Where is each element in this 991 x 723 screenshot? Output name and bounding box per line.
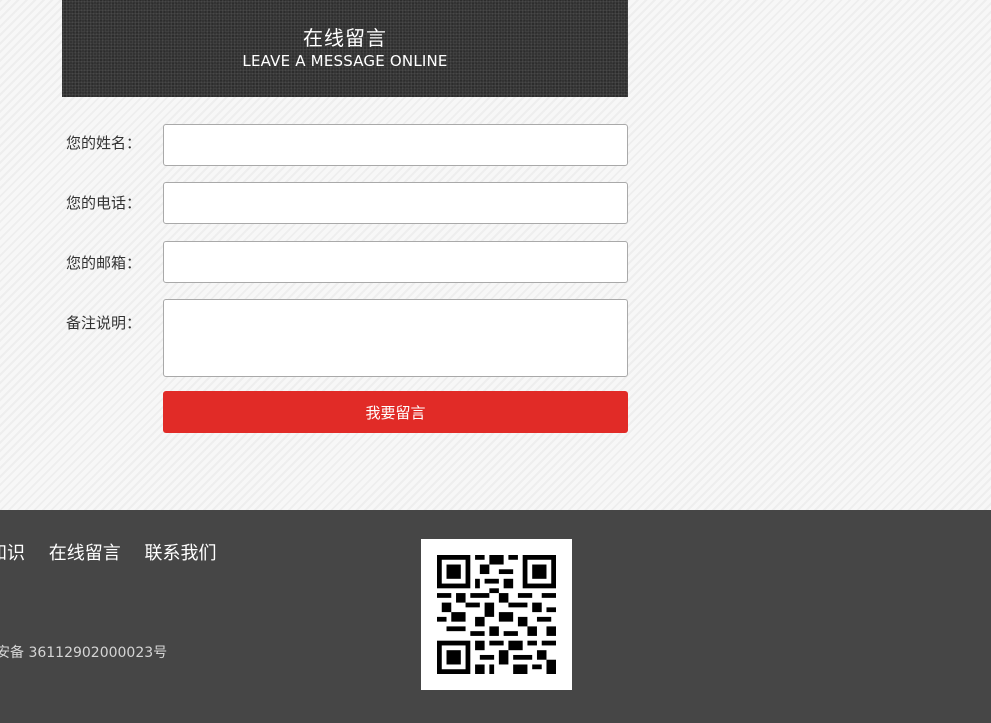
footer-nav-message[interactable]: 在线留言 [49, 543, 121, 564]
footer-record-number: 安备 36112902000023号 [0, 645, 168, 661]
note-label: 备注说明： [66, 314, 142, 332]
footer: 知识 在线留言 联系我们 安备 36112902000023号 [0, 510, 991, 723]
footer-nav-contact[interactable]: 联系我们 [144, 543, 216, 564]
phone-field[interactable] [163, 182, 628, 224]
banner-subtitle: LEAVE A MESSAGE ONLINE [242, 52, 448, 70]
footer-nav-knowledge[interactable]: 知识 [0, 543, 25, 564]
email-field[interactable] [163, 241, 628, 283]
phone-label: 您的电话： [66, 194, 142, 212]
footer-nav: 知识 在线留言 联系我们 [0, 539, 234, 565]
banner-title: 在线留言 [303, 26, 387, 50]
email-label: 您的邮箱： [66, 254, 142, 272]
submit-message-button[interactable]: 我要留言 [163, 391, 628, 433]
name-field[interactable] [163, 124, 628, 166]
note-textarea[interactable] [163, 299, 628, 377]
qr-code [421, 539, 572, 690]
qr-code-icon [437, 555, 556, 674]
message-banner: 在线留言 LEAVE A MESSAGE ONLINE [62, 0, 628, 97]
name-label: 您的姓名： [66, 134, 142, 152]
